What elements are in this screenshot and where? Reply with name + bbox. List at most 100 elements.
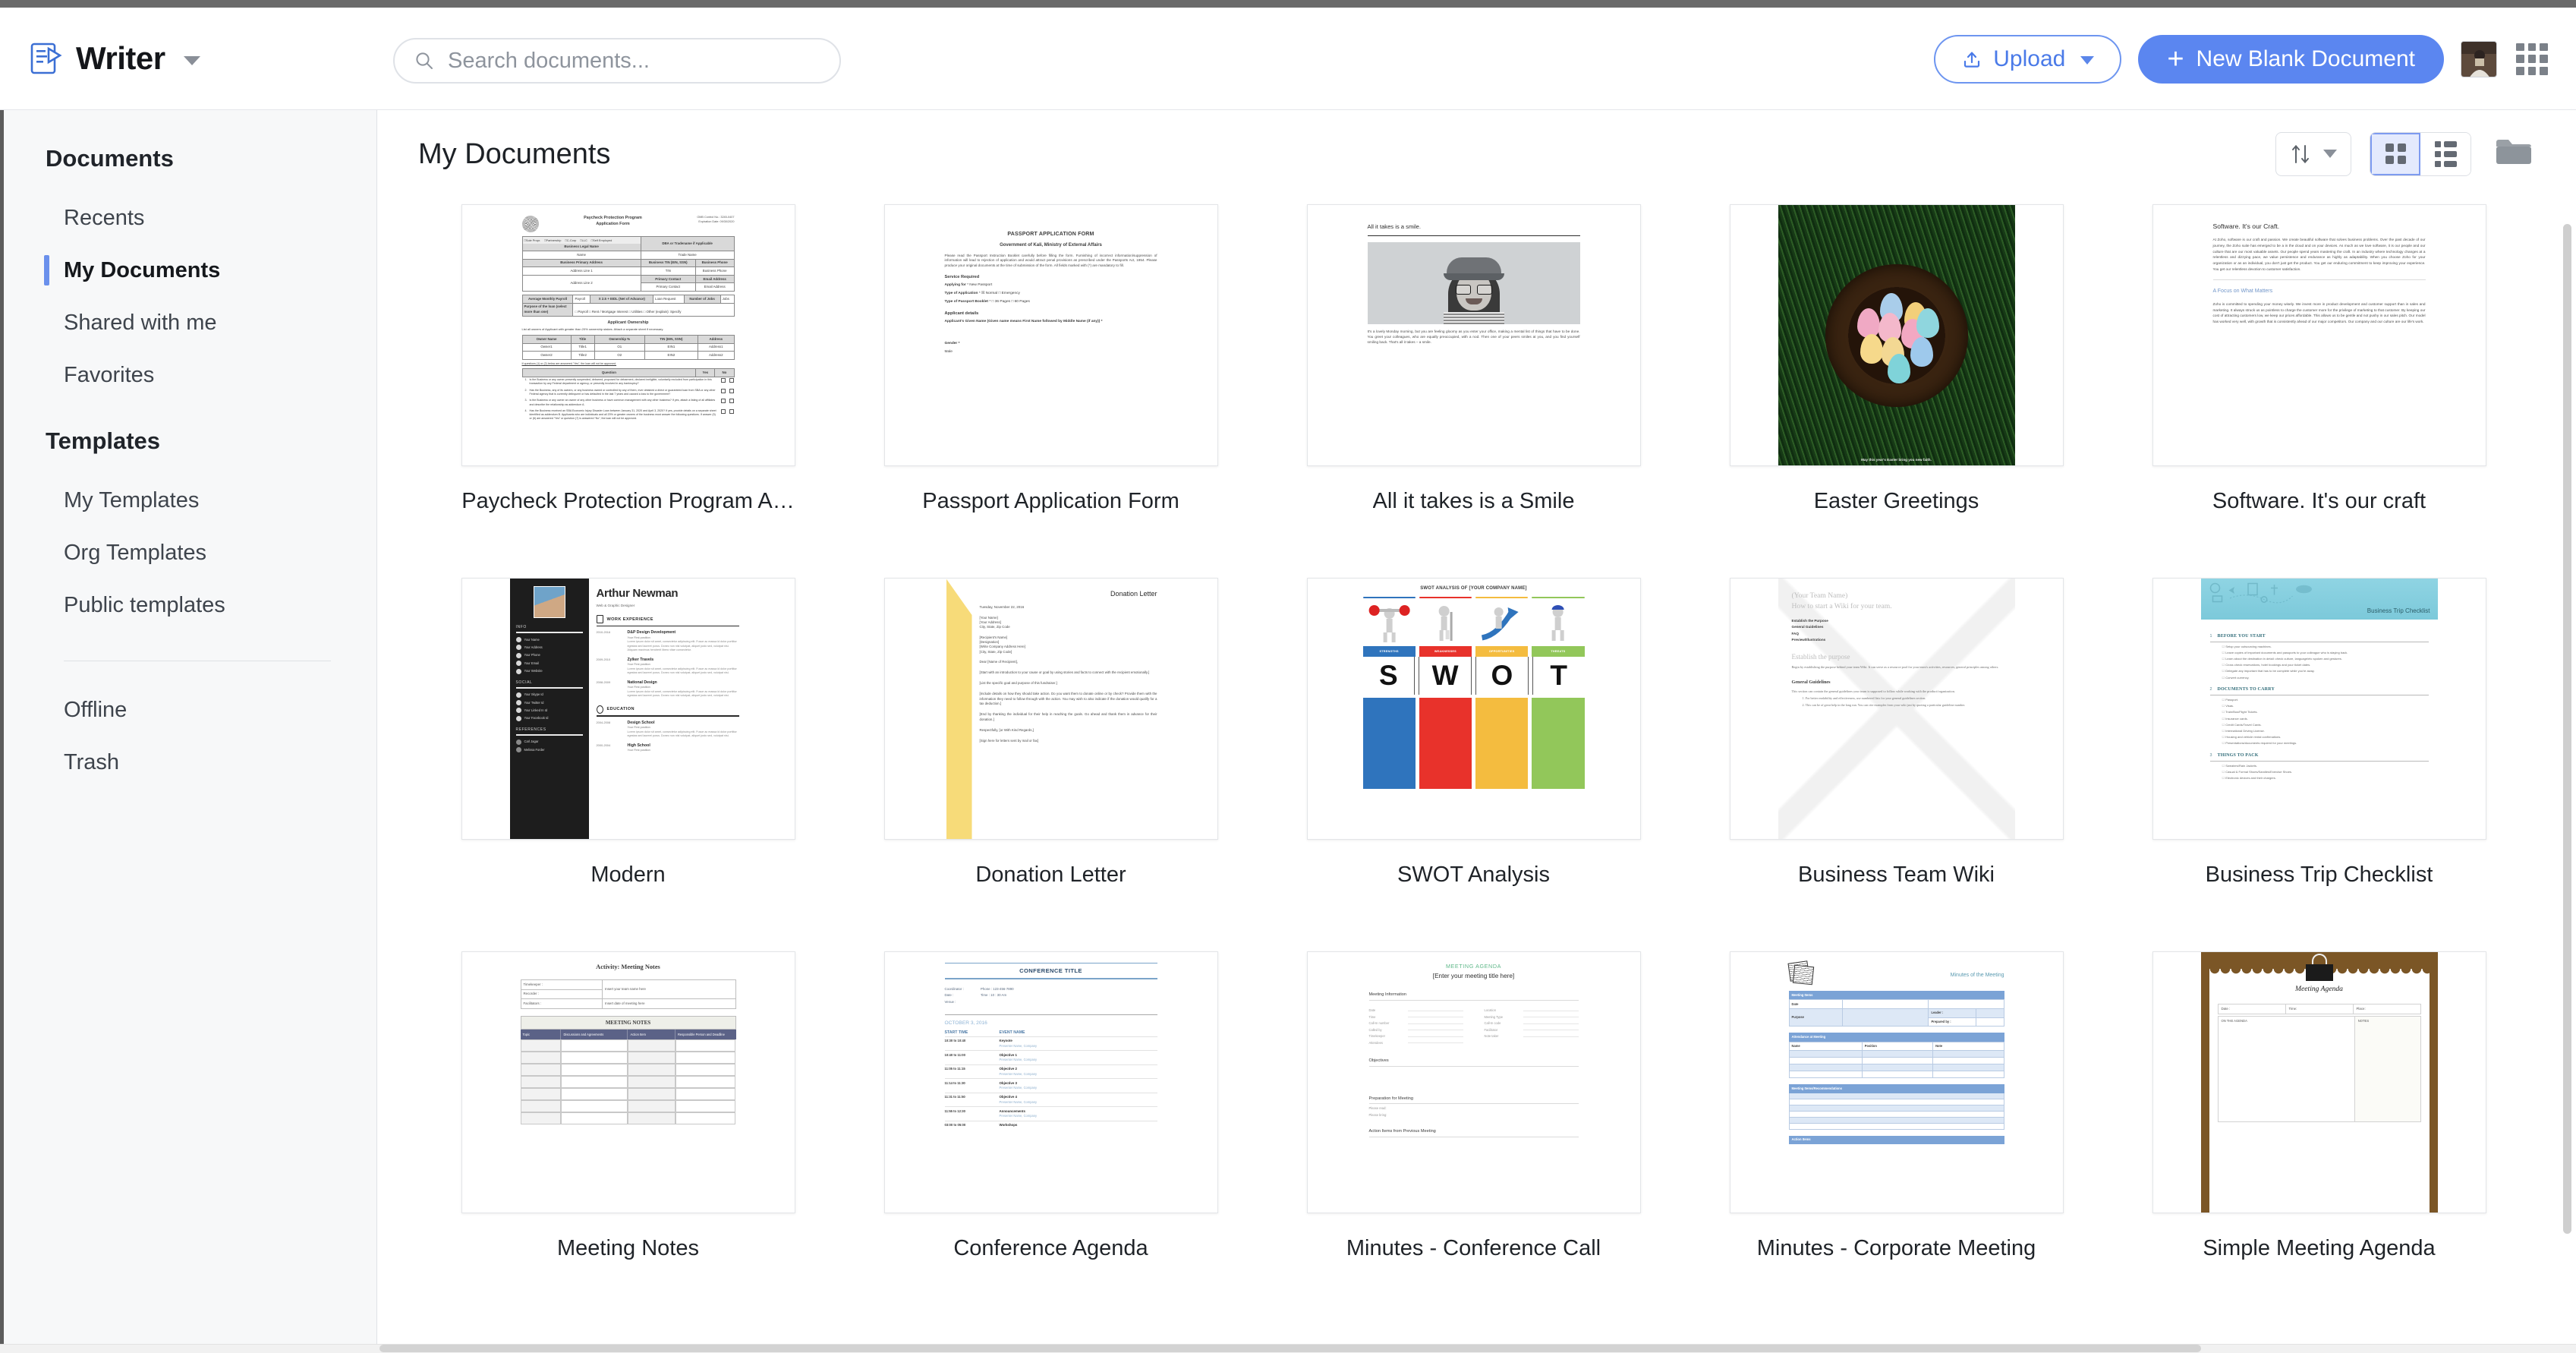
document-card[interactable]: Meeting Agenda Date : Time: Place: ON TH… [2108,945,2530,1269]
sidebar-item-label: Public templates [64,593,225,617]
sidebar-item-label: Shared with me [64,311,217,335]
document-card[interactable]: Software. It's our Craft. At Zoho, softw… [2108,198,2530,522]
app-header: Writer Upload + New Blank Document [0,8,2576,110]
sidebar-item-trash[interactable]: Trash [0,736,376,789]
bottom-scroll-strip [0,1344,2576,1353]
thumbnail: CONFERENCE TITLE Coordinator : Date : Ve… [884,951,1218,1213]
weightlifter-figure-icon [1363,601,1416,644]
sidebar-item-my-templates[interactable]: My Templates [0,475,376,527]
passport-subtitle: Government of Kali, Ministry of External… [945,242,1157,249]
wiki-table-of-contents: Establish the Purpose General Guidelines… [1792,619,2001,643]
document-title: Business Team Wiki [1798,863,1995,888]
sidebar-item-offline[interactable]: Offline [0,684,376,736]
document-title: Conference Agenda [953,1236,1148,1261]
document-card[interactable]: (Your Team Name) How to start a Wiki for… [1685,572,2108,895]
software-para-2: Zoho is committed to spending your money… [2213,301,2426,324]
doc-preview-easter: May this year's Easter bring you new fai… [1778,205,2015,465]
chevron-down-icon[interactable] [184,56,200,65]
document-card[interactable]: Business Trip Checklist 1 BEFORE YOU STA… [2108,572,2530,895]
chevron-down-icon [2080,56,2094,65]
new-blank-document-button[interactable]: + New Blank Document [2138,35,2444,84]
document-card[interactable]: PASSPORT APPLICATION FORM Government of … [839,198,1262,522]
new-folder-button[interactable] [2489,131,2538,176]
ppp-title-2: Application Form [543,222,683,228]
ppp-title-1: Paycheck Protection Program [543,216,683,222]
horizontal-scrollbar[interactable] [379,1345,2201,1352]
wiki-heading-guidelines: General Guidelines [1792,680,2001,686]
upload-icon [1961,49,1982,70]
document-card[interactable]: May this year's Easter bring you new fai… [1685,198,2108,522]
search-input[interactable] [448,49,820,74]
plus-icon: + [2167,45,2184,74]
sidebar-item-my-documents[interactable]: My Documents [0,244,376,297]
doc-preview-simple-agenda: Meeting Agenda Date : Time: Place: ON TH… [2201,952,2438,1213]
resume-job: 2009-2010 Zylker Travels Your First posi… [597,658,739,676]
document-card[interactable]: INFO Your Name Your Address Your Phone Y… [417,572,839,895]
divider [1368,235,1580,236]
brand-logo-group[interactable]: Writer [29,40,200,77]
document-card[interactable]: Donation Letter Tuesday, November 22, 20… [839,572,1262,895]
resume-edu-title: EDUCATION [607,706,635,712]
swot-top-rules [1363,597,1585,599]
document-card[interactable]: Paycheck Protection Program Application … [417,198,839,522]
swot-color-columns [1363,698,1585,789]
briefcase-icon [597,615,603,623]
wiki-heading-purpose: Establish the purpose [1792,652,2001,662]
green-agenda-kicker: MEETING AGENDA [1369,963,1579,970]
thumbnail: (Your Team Name) How to start a Wiki for… [1730,578,2064,840]
vertical-scrollbar[interactable] [2563,224,2571,1234]
threat-figure-icon [1532,601,1584,644]
document-title: Paycheck Protection Program A… [461,489,794,514]
grid-view-icon [2385,144,2406,164]
minutes-bar-items: Meeting Items [1789,991,2004,999]
view-controls [2275,131,2538,176]
sidebar-item-label: Trash [64,750,119,774]
main-content: My Documents [377,110,2576,1353]
thumbnail: MEETING AGENDA [Enter your meeting title… [1307,951,1641,1213]
sidebar-item-recents[interactable]: Recents [0,192,376,244]
table-row: 11:05 to 11:15Objective 2Presenter Name,… [945,1064,1157,1078]
simple-agenda-body: ON THE AGENDA NOTES [2218,1016,2421,1122]
upload-label: Upload [1993,46,2065,72]
table-row [521,1052,736,1064]
avatar[interactable] [2461,41,2497,77]
ppp-business-table: Sole Propr. Partnership C-Corp LLC Self … [522,236,735,292]
table-row: 10:40 to 11:00Objective 1Presenter Name,… [945,1050,1157,1064]
document-card[interactable]: SWOT ANALYSIS OF [YOUR COMPANY NAME] [1262,572,1685,895]
resume-education: 2000-2004 High School Your First positio… [597,743,739,753]
upload-button[interactable]: Upload [1934,35,2121,84]
document-card[interactable]: All it takes is a smile. [1262,198,1685,522]
thumbnail: SWOT ANALYSIS OF [YOUR COMPANY NAME] [1307,578,1641,840]
apps-grid-icon[interactable] [2514,41,2550,77]
window-title-strip [0,0,2576,8]
doc-preview-passport: PASSPORT APPLICATION FORM Government of … [933,205,1170,465]
document-card[interactable]: CONFERENCE TITLE Coordinator : Date : Ve… [839,945,1262,1269]
grid-view-button[interactable] [2370,133,2420,175]
sort-button[interactable] [2275,132,2351,176]
document-card[interactable]: Activity: Meeting Notes Timekeeper : Ins… [417,945,839,1269]
minutes-bar-action: Action Items [1789,1136,2004,1144]
sidebar-item-public-templates[interactable]: Public templates [0,579,376,632]
document-card[interactable]: MEETING AGENDA [Enter your meeting title… [1262,945,1685,1269]
list-view-button[interactable] [2420,133,2471,175]
sidebar-item-favorites[interactable]: Favorites [0,349,376,402]
passport-section-service: Service Required [945,274,1157,280]
ppp-question-row: 4.Has the Business received an SBA Econo… [522,408,735,422]
sidebar-item-org-templates[interactable]: Org Templates [0,527,376,579]
table-row [521,1088,736,1100]
seal-icon [522,216,539,232]
doc-preview-swot: SWOT ANALYSIS OF [YOUR COMPANY NAME] [1356,579,1592,839]
passport-title: PASSPORT APPLICATION FORM [945,231,1157,238]
minutes-blank-lines [1789,1093,2004,1130]
doc-preview-wiki: (Your Team Name) How to start a Wiki for… [1778,579,2015,839]
row-spacer [417,895,2530,945]
passport-intro: Please read the Passport Instruction Boo… [945,254,1157,269]
passport-section-applicant: Applicant details [945,311,1157,317]
document-card[interactable]: Minutes of the Meeting Meeting Items Dat… [1685,945,2108,1269]
smile-photo [1368,242,1580,324]
thumbnail: All it takes is a smile. [1307,204,1641,466]
documents-scroll-area[interactable]: My Documents [377,110,2576,1353]
search-box[interactable] [393,38,841,84]
sidebar-item-shared-with-me[interactable]: Shared with me [0,297,376,349]
simple-agenda-meta: Date : Time: Place: [2218,1004,2421,1014]
